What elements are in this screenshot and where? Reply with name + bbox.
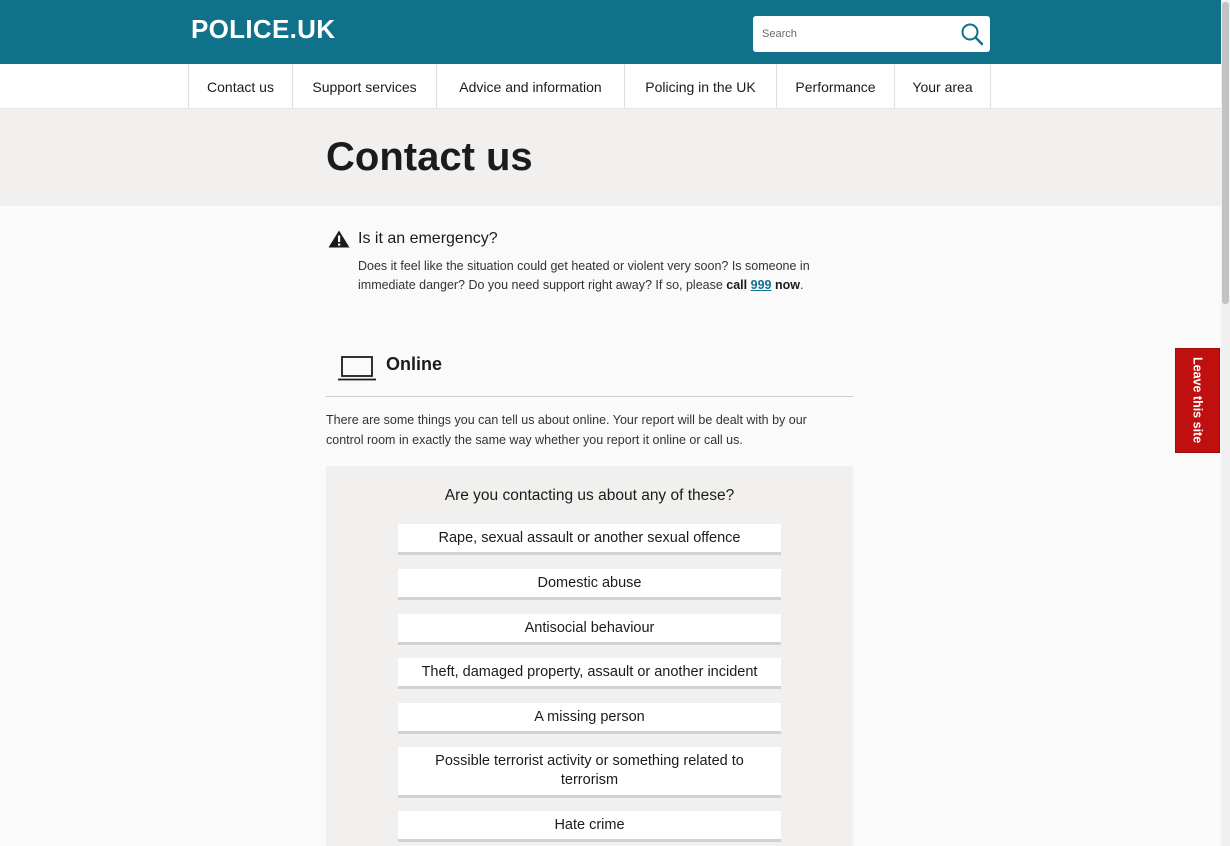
emergency-heading: Is it an emergency? <box>358 230 498 247</box>
online-title: Online <box>386 354 443 374</box>
page-title-band: Contact us <box>0 109 1221 206</box>
site-logo[interactable]: POLICE.UK <box>191 14 335 45</box>
page-title: Contact us <box>326 135 533 179</box>
nav-list: Contact us Support services Advice and i… <box>188 64 991 109</box>
leave-site-button[interactable]: Leave this site <box>1175 348 1220 453</box>
site-header: POLICE.UK <box>0 0 1221 64</box>
contact-options-panel: Are you contacting us about any of these… <box>326 466 853 846</box>
main-nav: Contact us Support services Advice and i… <box>0 64 1221 109</box>
options-question: Are you contacting us about any of these… <box>444 487 735 504</box>
search-input[interactable] <box>753 16 948 52</box>
nav-item-advice-and-information[interactable]: Advice and information <box>437 64 625 109</box>
nav-item-support-services[interactable]: Support services <box>293 64 437 109</box>
online-description: There are some things you can tell us ab… <box>326 413 807 447</box>
option-theft-incident[interactable]: Theft, damaged property, assault or anot… <box>398 658 781 689</box>
option-terrorism[interactable]: Possible terrorist activity or something… <box>398 747 781 798</box>
laptop-icon <box>338 356 376 381</box>
nav-item-performance[interactable]: Performance <box>777 64 895 109</box>
warning-icon <box>328 230 350 248</box>
emergency-now-word: now <box>774 278 800 292</box>
nav-item-contact-us[interactable]: Contact us <box>189 64 293 109</box>
emergency-999-link[interactable]: 999 <box>751 278 772 292</box>
nav-item-your-area[interactable]: Your area <box>895 64 991 109</box>
option-missing-person[interactable]: A missing person <box>398 703 781 734</box>
search-button[interactable] <box>958 20 986 48</box>
emergency-call-word: call <box>726 278 748 292</box>
emergency-period: . <box>799 278 804 292</box>
emergency-text: Does it feel like the situation could ge… <box>358 257 838 295</box>
option-hate-crime[interactable]: Hate crime <box>398 811 781 842</box>
search-icon <box>961 23 984 46</box>
search-box <box>753 16 990 52</box>
nav-item-policing-in-the-uk[interactable]: Policing in the UK <box>625 64 777 109</box>
option-antisocial-behaviour[interactable]: Antisocial behaviour <box>398 614 781 645</box>
leave-site-label: Leave this site <box>1190 357 1205 444</box>
scrollbar-thumb[interactable] <box>1222 2 1229 304</box>
page-scrollbar[interactable] <box>1221 0 1230 846</box>
online-section-header: Online <box>326 350 853 397</box>
option-domestic-abuse[interactable]: Domestic abuse <box>398 569 781 600</box>
option-sexual-offence[interactable]: Rape, sexual assault or another sexual o… <box>398 524 781 555</box>
